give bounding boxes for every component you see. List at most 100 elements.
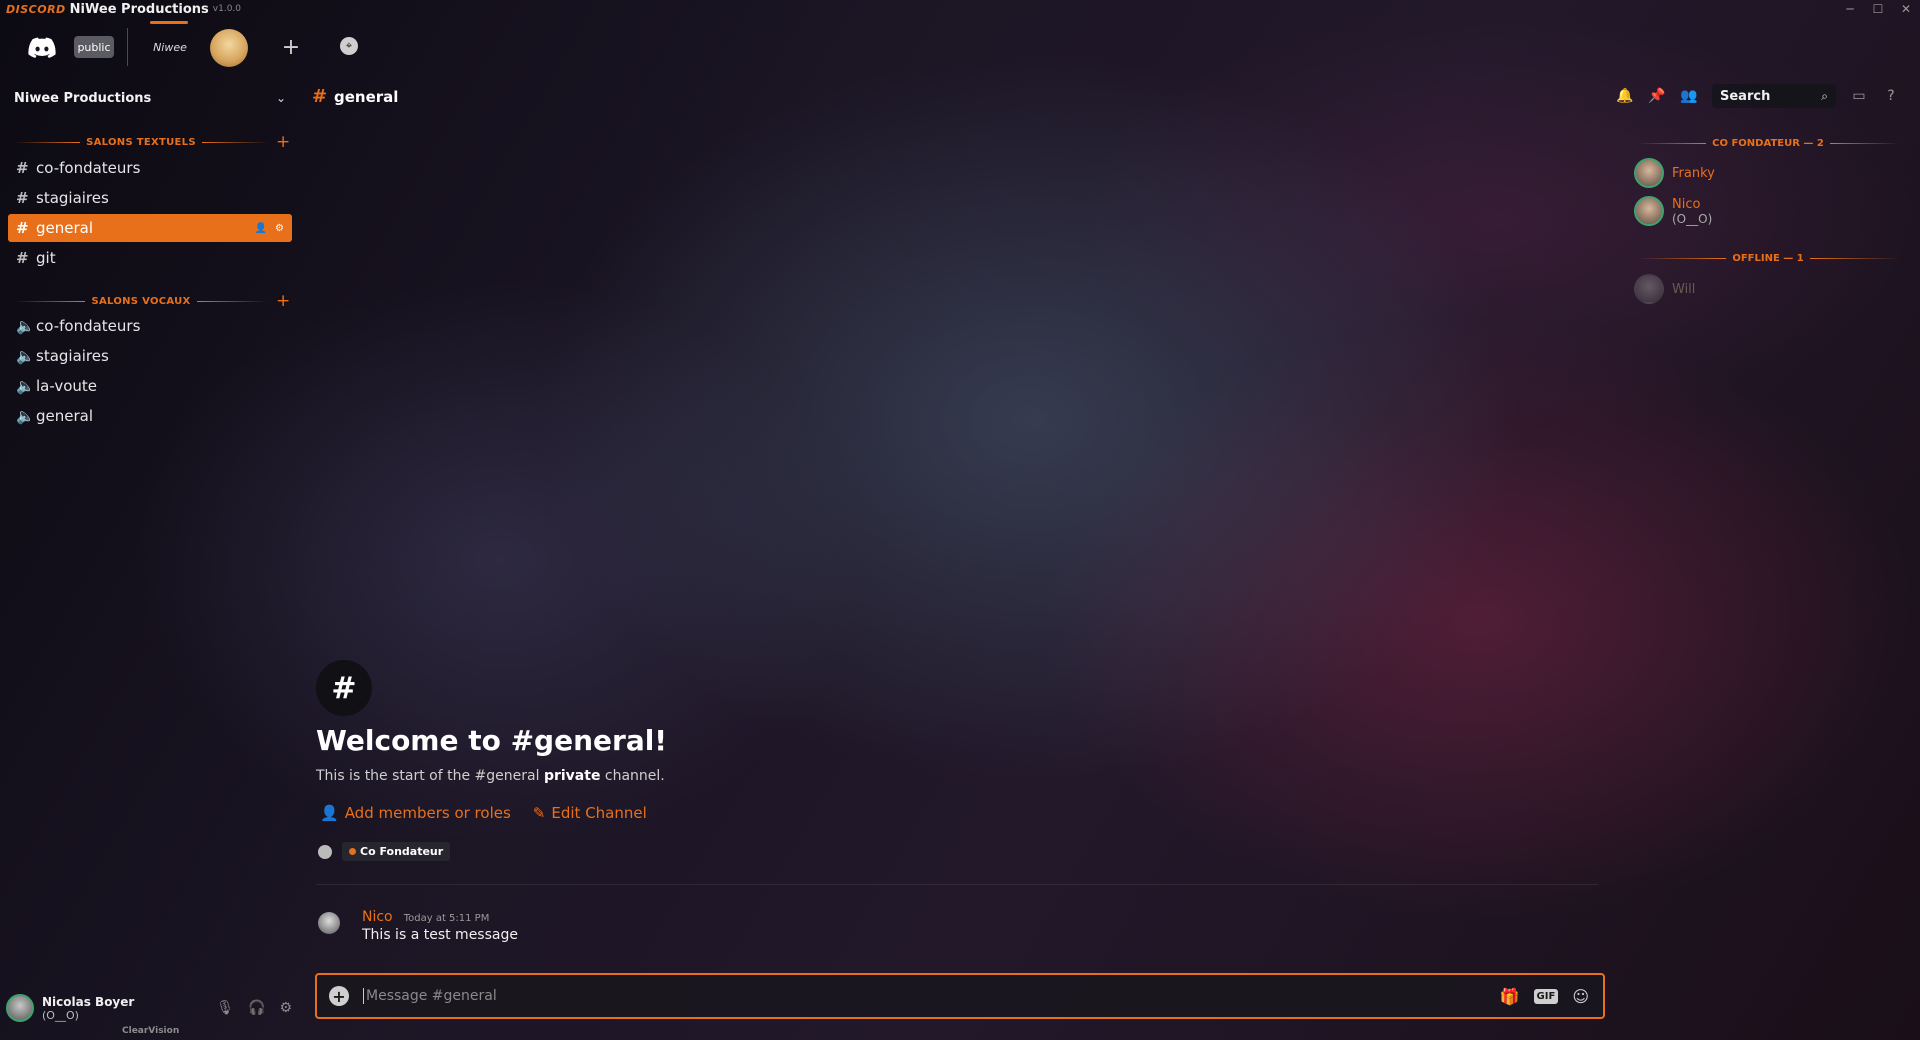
member-info: Franky [1672, 166, 1715, 181]
edit-channel-button[interactable]: ✎ Edit Channel [533, 804, 647, 822]
speaker-lock-icon: 🔈 [16, 317, 35, 335]
channel-label: la-voute [36, 377, 98, 395]
discord-brand: DISCORD [6, 2, 66, 16]
avatar [1634, 274, 1664, 304]
hash-lock-icon: # [316, 660, 372, 716]
member-name: Franky [1672, 165, 1715, 181]
message: Nico Today at 5:11 PM This is a test mes… [318, 906, 518, 943]
maximize-button[interactable]: ☐ [1864, 0, 1892, 18]
plus-icon[interactable]: + [329, 986, 349, 1006]
channel-label: general [36, 407, 94, 425]
inbox-icon[interactable]: ▭ [1850, 87, 1868, 105]
message-composer: + 🎁 GIF ☺ [315, 973, 1605, 1019]
hash-lock-icon: # [16, 189, 29, 207]
welcome-subtitle-prefix: This is the start of the #general [316, 768, 540, 784]
add-members-button[interactable]: 👤 Add members or roles [320, 804, 511, 822]
channel-label: co-fondateurs [36, 317, 141, 335]
pin-icon[interactable]: 📌 [1648, 87, 1666, 105]
username: Nicolas Boyer [42, 994, 135, 1009]
add-channel-icon[interactable]: + [276, 132, 290, 152]
close-button[interactable]: ✕ [1892, 0, 1920, 18]
hash-lock-icon: # [16, 219, 29, 237]
member-franky[interactable]: Franky [1634, 158, 1715, 188]
guild-niwee[interactable]: Niwee [148, 36, 192, 58]
invite-icon[interactable]: 👤 [255, 223, 267, 234]
add-server-icon[interactable]: + [280, 32, 302, 62]
guild-separator [127, 28, 128, 66]
hash-lock-icon: # [16, 249, 29, 267]
user-controls: 🎙 🎧 ⚙ [216, 1000, 292, 1016]
member-category-cofounder: CO FONDATEUR — 2 [1636, 136, 1900, 150]
pencil-icon: ✎ [532, 804, 546, 822]
member-will[interactable]: Will [1634, 274, 1695, 304]
gear-icon[interactable]: ⚙ [275, 223, 284, 234]
emoji-icon[interactable]: ☺ [1572, 987, 1589, 1006]
add-channel-icon[interactable]: + [276, 291, 290, 311]
channel-header: # general [312, 86, 398, 107]
member-nico[interactable]: Nico (O__O) [1634, 196, 1712, 226]
header-toolbar: 🔔 📌 👥 Search ⌕ ▭ ? [1616, 84, 1900, 108]
guild-public[interactable]: public [74, 36, 114, 58]
gif-button[interactable]: GIF [1533, 988, 1559, 1004]
avatar[interactable] [318, 912, 340, 934]
explore-icon[interactable]: ⌖ [340, 37, 358, 55]
microphone-icon[interactable]: 🎙 [216, 1000, 234, 1016]
gift-icon[interactable]: 🎁 [1500, 987, 1520, 1006]
channel-sidebar: Niwee Productions ⌄ SALONS TEXTUELS + # … [0, 78, 300, 1040]
message-body: Nico Today at 5:11 PM This is a test mes… [362, 906, 518, 943]
gear-icon[interactable]: ⚙ [279, 1000, 292, 1016]
bell-icon[interactable]: 🔔 [1616, 87, 1634, 105]
role-pill[interactable]: Co Fondateur [342, 842, 451, 861]
channel-actions: 👤 ⚙ [255, 223, 284, 234]
channel-label: co-fondateurs [36, 159, 141, 177]
hash-lock-icon: # [16, 159, 29, 177]
voice-channel-co-fondateurs[interactable]: 🔈 co-fondateurs [8, 312, 292, 340]
composer-icons: 🎁 GIF ☺ [1500, 987, 1589, 1006]
hash-lock-icon: # [312, 86, 328, 107]
server-header[interactable]: Niwee Productions ⌄ [14, 88, 286, 108]
channel-label: stagiaires [36, 189, 109, 207]
message-timestamp: Today at 5:11 PM [403, 913, 490, 924]
channel-title: general [334, 87, 399, 106]
message-input[interactable] [363, 988, 1500, 1004]
channel-label: git [36, 249, 56, 267]
channel-label: general [36, 219, 94, 237]
divider [316, 884, 1598, 885]
search-input[interactable]: Search ⌕ [1712, 84, 1836, 108]
minimize-button[interactable]: ─ [1836, 0, 1864, 18]
category-line [14, 300, 86, 302]
channel-label: stagiaires [36, 347, 109, 365]
member-info: Nico (O__O) [1672, 197, 1712, 226]
headphones-icon[interactable]: 🎧 [248, 1000, 265, 1016]
search-placeholder: Search [1720, 88, 1771, 104]
welcome-subtitle: This is the start of the #general privat… [316, 768, 665, 784]
category-label: OFFLINE — 1 [1732, 252, 1804, 264]
voice-channel-general[interactable]: 🔈 general [8, 402, 292, 430]
title-bar: DISCORD NiWee Productions v1.0.0 ─ ☐ ✕ [0, 0, 1920, 18]
category-text-channels[interactable]: SALONS TEXTUELS + [14, 132, 290, 152]
discord-home-icon[interactable] [22, 34, 62, 62]
chevron-down-icon: ⌄ [275, 91, 286, 105]
voice-channel-stagiaires[interactable]: 🔈 stagiaires [8, 342, 292, 370]
channel-co-fondateurs[interactable]: # co-fondateurs [8, 154, 292, 182]
voice-channel-la-voute[interactable]: 🔈 la-voute [8, 372, 292, 400]
category-line [1636, 142, 1707, 144]
members-icon[interactable]: 👥 [1680, 87, 1698, 105]
guild-avatar[interactable] [210, 29, 248, 67]
channel-git[interactable]: # git [8, 244, 292, 272]
category-line [201, 141, 269, 143]
channel-general[interactable]: # general 👤 ⚙ [8, 214, 292, 242]
category-line [1809, 257, 1901, 259]
category-voice-channels[interactable]: SALONS VOCAUX + [14, 291, 290, 311]
window-title: NiWee Productions [69, 1, 209, 17]
window-controls: ─ ☐ ✕ [1836, 0, 1920, 18]
message-author[interactable]: Nico [362, 909, 393, 925]
welcome-actions: 👤 Add members or roles ✎ Edit Channel [320, 804, 647, 822]
add-members-label: Add members or roles [344, 804, 511, 822]
avatar [318, 844, 332, 859]
avatar[interactable] [6, 994, 34, 1022]
help-icon[interactable]: ? [1882, 87, 1900, 105]
app-version: v1.0.0 [212, 4, 242, 14]
channel-stagiaires[interactable]: # stagiaires [8, 184, 292, 212]
category-line [196, 300, 269, 302]
